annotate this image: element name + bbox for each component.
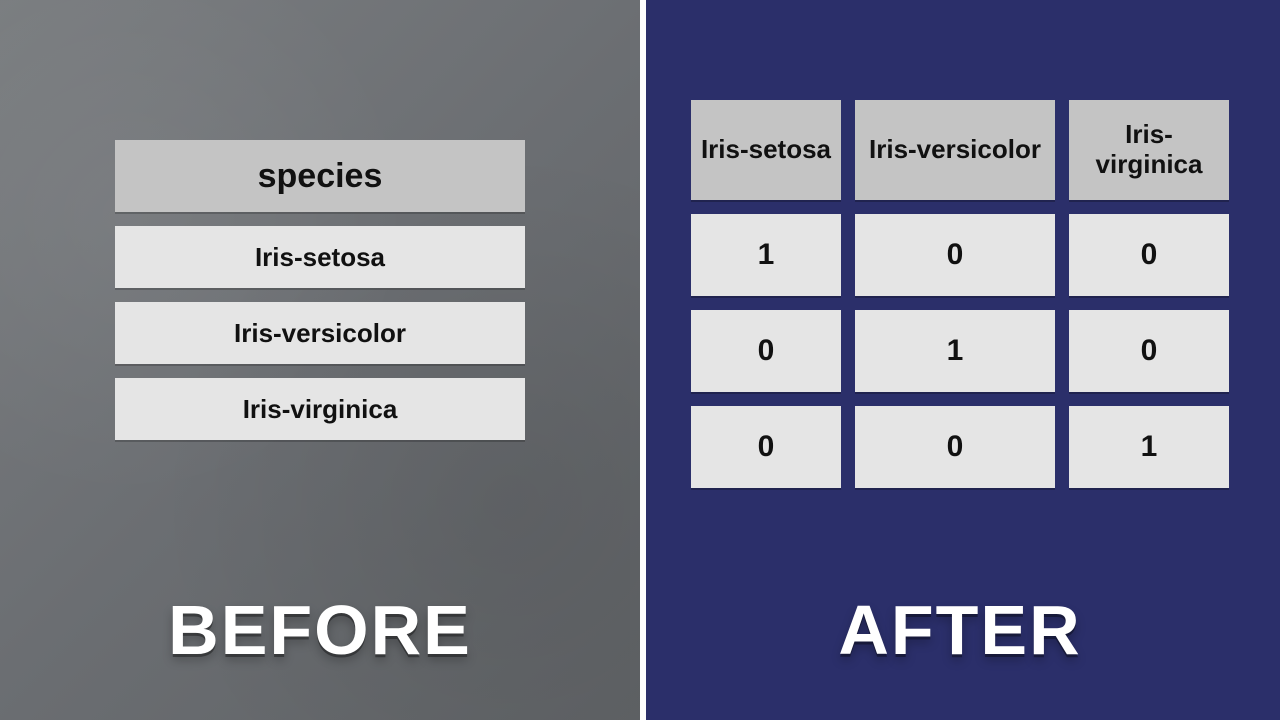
before-column-header: species bbox=[115, 140, 525, 212]
after-cell: 0 bbox=[855, 214, 1055, 296]
after-cell: 0 bbox=[1069, 214, 1229, 296]
after-cell: 0 bbox=[691, 310, 841, 392]
after-cell: 0 bbox=[855, 406, 1055, 488]
after-table: Iris-setosa Iris-versicolor Iris-virgini… bbox=[690, 100, 1230, 488]
after-cell: 1 bbox=[691, 214, 841, 296]
before-panel: species Iris-setosa Iris-versicolor Iris… bbox=[0, 0, 640, 720]
after-column-header: Iris-versicolor bbox=[855, 100, 1055, 200]
after-cell: 0 bbox=[691, 406, 841, 488]
before-table: species Iris-setosa Iris-versicolor Iris… bbox=[115, 140, 525, 440]
after-cell: 0 bbox=[1069, 310, 1229, 392]
before-caption: BEFORE bbox=[0, 590, 640, 670]
after-panel: Iris-setosa Iris-versicolor Iris-virgini… bbox=[640, 0, 1280, 720]
before-row: Iris-virginica bbox=[115, 378, 525, 440]
after-cell: 1 bbox=[855, 310, 1055, 392]
after-caption: AFTER bbox=[640, 590, 1280, 670]
before-row: Iris-setosa bbox=[115, 226, 525, 288]
after-column-header: Iris-virginica bbox=[1069, 100, 1229, 200]
after-column-header: Iris-setosa bbox=[691, 100, 841, 200]
before-row: Iris-versicolor bbox=[115, 302, 525, 364]
after-cell: 1 bbox=[1069, 406, 1229, 488]
